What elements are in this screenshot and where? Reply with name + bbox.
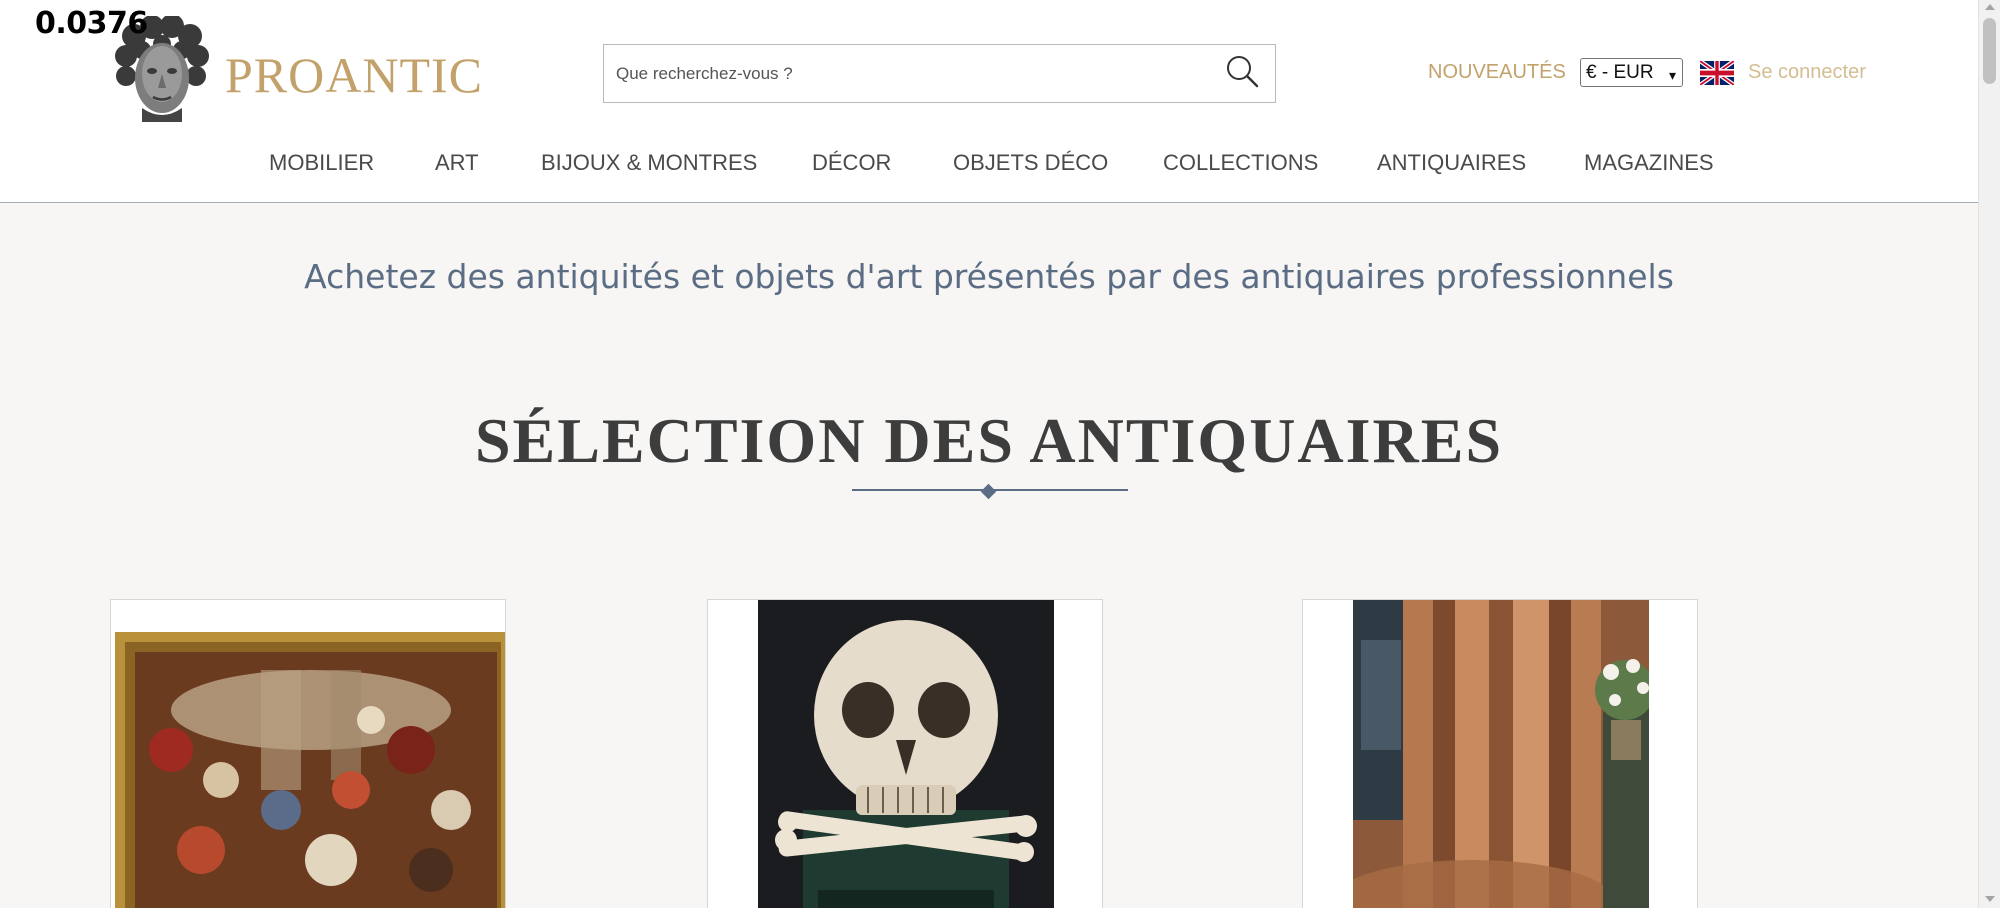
nav-item-bijoux-montres[interactable]: BIJOUX & MONTRES <box>541 150 757 176</box>
product-image-curtains[interactable] <box>1333 600 1655 908</box>
nav-item-antiquaires[interactable]: ANTIQUAIRES <box>1377 150 1526 176</box>
overlay-counter: 0.0376 <box>35 6 148 41</box>
product-card[interactable] <box>707 599 1103 908</box>
scrollbar[interactable] <box>1978 0 2000 908</box>
product-image-skull[interactable] <box>758 600 1054 908</box>
nav-item-magazines[interactable]: MAGAZINES <box>1584 150 1714 176</box>
scroll-down-arrow-icon[interactable] <box>1985 896 1995 902</box>
nav-item-collections[interactable]: COLLECTIONS <box>1163 150 1318 176</box>
uk-flag-icon[interactable] <box>1699 58 1735 88</box>
site-header: PROANTIC NOUVEAUTÉS € - EUR ▾ Se connect… <box>0 0 1978 203</box>
product-image-painting[interactable] <box>111 600 505 908</box>
nav-item-decor[interactable]: DÉCOR <box>812 150 891 176</box>
nouveautes-link[interactable]: NOUVEAUTÉS <box>1428 61 1566 84</box>
search-input[interactable] <box>616 45 1196 102</box>
scroll-thumb[interactable] <box>1983 18 1996 84</box>
logo-text[interactable]: PROANTIC <box>225 46 483 104</box>
nav-item-art[interactable]: ART <box>435 150 479 176</box>
title-divider-diamond <box>980 483 997 500</box>
main-nav: MOBILIER ART BIJOUX & MONTRES DÉCOR OBJE… <box>0 150 1978 180</box>
product-card[interactable] <box>110 599 506 908</box>
nav-item-mobilier[interactable]: MOBILIER <box>269 150 374 176</box>
login-link[interactable]: Se connecter <box>1748 61 1866 84</box>
page-tagline: Achetez des antiquités et objets d'art p… <box>304 257 1674 296</box>
chevron-down-icon: ▾ <box>1668 67 1676 83</box>
scroll-up-arrow-icon[interactable] <box>1985 4 1995 10</box>
search-box[interactable] <box>603 44 1276 103</box>
product-card[interactable] <box>1302 599 1698 908</box>
currency-value: € - EUR <box>1586 62 1654 83</box>
nav-item-objets-deco[interactable]: OBJETS DÉCO <box>953 150 1108 176</box>
search-icon[interactable] <box>1224 53 1260 89</box>
currency-select[interactable]: € - EUR ▾ <box>1580 58 1683 87</box>
section-title: SÉLECTION DES ANTIQUAIRES <box>474 405 1504 476</box>
